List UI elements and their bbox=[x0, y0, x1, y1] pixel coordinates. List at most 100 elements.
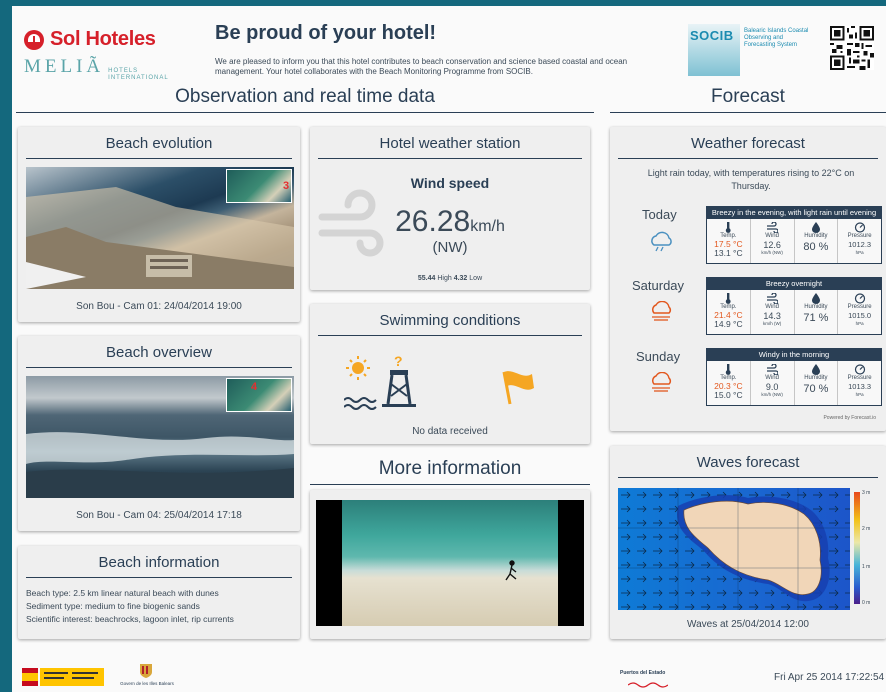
section-forecast-divider bbox=[610, 112, 886, 113]
waves-map-graphic bbox=[618, 488, 850, 610]
forecast-pressure-cell: Pressure 1012.3 hPa bbox=[838, 219, 881, 263]
waves-scale-label: 2 m bbox=[862, 526, 871, 532]
forecast-day-summary: Windy in the morning bbox=[707, 349, 881, 361]
waves-scale-label: 1 m bbox=[862, 564, 871, 570]
forecast-pressure-label: Pressure bbox=[847, 304, 872, 310]
wind-high-label: High bbox=[437, 275, 452, 282]
intro-text: We are pleased to inform you that this h… bbox=[215, 57, 628, 76]
wind-speed-unit: km/h bbox=[470, 218, 505, 235]
wind-small-icon bbox=[767, 222, 779, 233]
waves-forecast-title: Waves forecast bbox=[618, 454, 878, 478]
beach-overview-caption: Son Bou - Cam 04: 25/04/2014 17:18 bbox=[76, 510, 242, 521]
wind-high-value: 55.44 bbox=[417, 275, 436, 282]
beach-information-line: Beach type: 2.5 km linear natural beach … bbox=[26, 588, 219, 598]
govern-shield-icon bbox=[140, 664, 152, 678]
beach-flag-icon bbox=[502, 371, 534, 405]
wind-low-label: Low bbox=[469, 275, 483, 282]
forecast-day-table: Breezy overnight Temp. 21.4 °C 14.9 °C W… bbox=[706, 277, 882, 335]
forecast-humidity-cell: Humidity 80 % bbox=[795, 219, 839, 263]
wind-speed-label: Wind speed bbox=[410, 175, 490, 191]
forecast-wind-value: 12.6 bbox=[763, 240, 781, 250]
forecast-day-summary: Breezy overnight bbox=[707, 278, 881, 290]
waves-color-scale bbox=[854, 492, 860, 604]
forecast-day-table: Windy in the morning Temp. 20.3 °C 15.0 … bbox=[706, 348, 882, 406]
swimming-status: No data received bbox=[412, 426, 488, 437]
sol-hoteles-logo: Sol Hoteles bbox=[24, 28, 156, 51]
swimming-conditions-panel: Swimming conditions ? No data received bbox=[310, 304, 590, 444]
govern-illes-balears-logo: Govern de les Illes Balears bbox=[110, 664, 184, 692]
humidity-drop-icon bbox=[811, 364, 820, 375]
section-observation-divider bbox=[16, 112, 594, 113]
govern-name: Govern de les Illes Balears bbox=[120, 681, 174, 686]
forecast-pressure-value: 1012.3 bbox=[848, 240, 872, 249]
forecast-day-name: Today bbox=[642, 207, 677, 222]
beach-evolution-caption: Son Bou - Cam 01: 24/04/2014 19:00 bbox=[76, 301, 242, 312]
forecast-day-name: Sunday bbox=[636, 349, 681, 364]
beach-evolution-panel: Beach evolution 3 Son Bou - Cam 01: 24/0… bbox=[18, 127, 300, 322]
pressure-gauge-icon bbox=[854, 222, 865, 233]
forecast-wind-unit: km/h (NW) bbox=[761, 392, 783, 397]
forecast-humidity-cell: Humidity 70 % bbox=[795, 361, 839, 405]
video-player[interactable] bbox=[316, 500, 584, 626]
beach-overview-inset-number: 4 bbox=[251, 381, 258, 393]
swimming-conditions-title: Swimming conditions bbox=[318, 312, 582, 336]
more-information-divider bbox=[310, 484, 590, 485]
rain-cloud-icon bbox=[651, 231, 672, 252]
more-information-title: More information bbox=[378, 458, 522, 479]
weather-forecast-summary: Light rain today, with temperatures risi… bbox=[647, 168, 855, 191]
waves-map[interactable] bbox=[618, 488, 850, 610]
beach-evolution-title: Beach evolution bbox=[26, 135, 292, 159]
forecast-temp-low: 13.1 °C bbox=[714, 248, 743, 258]
wind-direction: (NW) bbox=[432, 239, 468, 256]
forecast-pressure-label: Pressure bbox=[847, 233, 872, 239]
weather-station-panel: Hotel weather station Wind speed 26.28km… bbox=[310, 127, 590, 290]
beach-information-title: Beach information bbox=[26, 554, 292, 578]
pressure-gauge-icon bbox=[854, 364, 865, 375]
gobierno-espana-logo bbox=[22, 666, 104, 688]
puertos-del-estado-logo: Puertos del Estado bbox=[620, 670, 680, 690]
humidity-drop-icon bbox=[811, 293, 820, 304]
more-information-panel bbox=[310, 490, 590, 639]
sol-logo-icon bbox=[24, 29, 44, 50]
forecast-pressure-value: 1013.3 bbox=[848, 382, 872, 391]
forecast-wind-cell: Wind 12.6 km/h (NW) bbox=[751, 219, 795, 263]
beach-evolution-inset: 3 bbox=[226, 169, 292, 203]
beach-overview-inset: 4 bbox=[226, 378, 292, 412]
forecast-humidity-value: 70 % bbox=[803, 383, 829, 395]
forecast-wind-cell: Wind 14.3 km/h (W) bbox=[751, 290, 795, 334]
weather-forecast-title: Weather forecast bbox=[618, 135, 878, 159]
lifeguard-tower-icon: ? bbox=[344, 353, 416, 410]
waves-scale-label: 0 m bbox=[862, 600, 871, 606]
forecast-day-table: Breezy in the evening, with light rain u… bbox=[706, 206, 882, 264]
forecast-wind-value: 9.0 bbox=[765, 382, 779, 392]
forecast-wind-unit: km/h (W) bbox=[763, 321, 782, 326]
headline: Be proud of your hotel! bbox=[215, 22, 437, 44]
beach-overview-title: Beach overview bbox=[26, 344, 292, 368]
forecast-wind-cell: Wind 9.0 km/h (NW) bbox=[751, 361, 795, 405]
forecast-temp-low: 14.9 °C bbox=[714, 319, 743, 329]
forecast-day-summary: Breezy in the evening, with light rain u… bbox=[707, 207, 881, 219]
beach-evolution-photo[interactable]: 3 bbox=[26, 167, 294, 289]
thermometer-icon bbox=[726, 222, 731, 233]
forecast-day-name: Saturday bbox=[632, 278, 685, 293]
forecast-wind-label: Wind bbox=[765, 375, 779, 381]
header: Sol Hoteles MELIÃ HOTELS INTERNATIONAL B… bbox=[12, 6, 886, 84]
forecast-temp-cell: Temp. 17.5 °C 13.1 °C bbox=[707, 219, 751, 263]
forecast-humidity-label: Humidity bbox=[804, 375, 828, 381]
beach-information-list: Beach type: 2.5 km linear natural beach … bbox=[26, 587, 234, 626]
melia-name: MELIÃ bbox=[24, 56, 105, 77]
melia-subtitle: HOTELS INTERNATIONAL bbox=[108, 68, 169, 81]
forecast-humidity-label: Humidity bbox=[804, 233, 828, 239]
waves-scale-label: 3 m bbox=[862, 490, 871, 496]
brand-name: Sol Hoteles bbox=[50, 28, 156, 50]
forecast-temp-low: 15.0 °C bbox=[714, 390, 743, 400]
forecast-pressure-cell: Pressure 1015.0 hPa bbox=[838, 290, 881, 334]
pressure-gauge-icon bbox=[854, 293, 865, 304]
forecast-wind-label: Wind bbox=[765, 233, 779, 239]
qr-code-icon[interactable] bbox=[830, 26, 874, 70]
weather-forecast-panel: Weather forecast Light rain today, with … bbox=[610, 127, 886, 431]
forecast-wind-label: Wind bbox=[765, 304, 779, 310]
powered-by-link[interactable]: Powered by Forecast.io bbox=[823, 415, 876, 421]
socib-name: SOCIB bbox=[690, 28, 734, 43]
beach-overview-photo[interactable]: 4 bbox=[26, 376, 294, 498]
